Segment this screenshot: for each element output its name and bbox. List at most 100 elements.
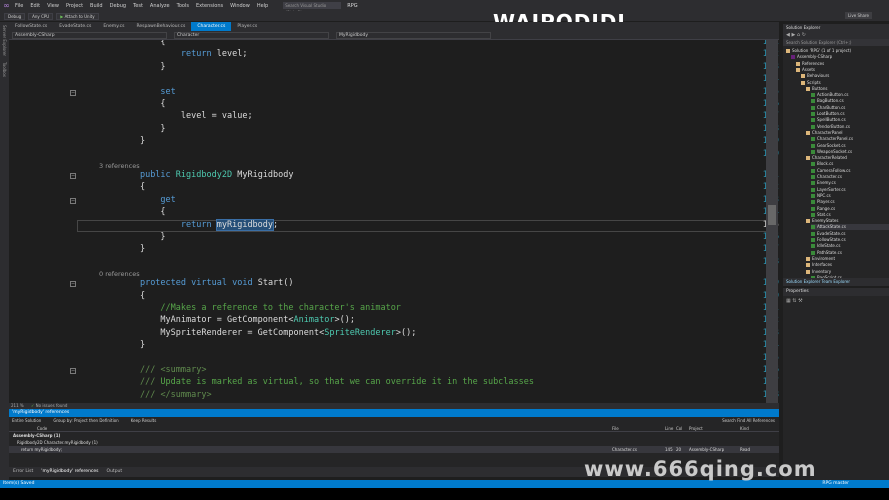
code-editor[interactable]: 131 {132 return level;133 }134135− set13… [9,40,779,403]
menu-item-extensions[interactable]: Extensions [196,3,223,9]
tree-item[interactable]: WeaponSocket.cs [811,149,889,155]
tree-item[interactable]: Assets [796,67,889,73]
menu-item-window[interactable]: Window [230,3,250,9]
tree-item[interactable]: VendorButton.cs [811,124,889,130]
menu-item-project[interactable]: Project [66,3,83,9]
tree-item[interactable]: Character.cs [811,174,889,180]
back-icon[interactable]: ◀ [786,32,790,38]
tree-item[interactable]: LayerSorter.cs [811,187,889,193]
live-share-button[interactable]: Live Share [845,12,872,19]
tree-item[interactable]: LootButton.cs [811,111,889,117]
tree-item[interactable]: CharacterPanel [806,130,889,136]
tree-item[interactable]: Inventory [806,269,889,275]
fold-toggle-icon[interactable]: − [70,368,76,374]
tree-item[interactable]: Behaviours [801,73,889,79]
nav-member-dropdown[interactable]: MyRigidbody [336,32,491,39]
tab-followstate-cs[interactable]: FollowState.cs [9,22,53,31]
tree-item[interactable]: Scripts [801,80,889,86]
menu-item-file[interactable]: File [15,3,23,9]
bottom-tab-0[interactable]: Error List [9,467,37,477]
tree-item[interactable]: CameraFollow.cs [811,168,889,174]
tree-item[interactable]: Interfaces [806,262,889,268]
col-kind[interactable]: Kind [740,425,749,432]
col-col[interactable]: Col [676,425,682,432]
scope-dropdown[interactable]: Entire Solution [12,417,41,425]
menu-item-view[interactable]: View [47,3,59,9]
tree-item[interactable]: Range.cs [811,206,889,212]
config-select[interactable]: Debug [4,12,26,20]
tree-item[interactable]: IdleState.cs [811,243,889,249]
tab-player-cs[interactable]: Player.cs [231,22,263,31]
col-code[interactable]: Code [37,425,47,432]
tree-item[interactable]: Player.cs [811,199,889,205]
tree-item[interactable]: EnemyStates [806,218,889,224]
solution-explorer-tabs[interactable]: Solution Explorer Team Explorer [783,278,889,286]
toolbox-tab[interactable]: Toolbox [2,62,7,77]
tab-enemy-cs[interactable]: Enemy.cs [97,22,130,31]
tree-item[interactable]: GearSocket.cs [811,143,889,149]
wrench-icon[interactable]: ⚒ [798,298,802,304]
table-row[interactable]: Rigidbody2D Character.myRigidbody (1) [9,439,779,446]
platform-select[interactable]: Any CPU [28,12,54,20]
tree-item[interactable]: AttackState.cs [811,224,889,231]
menu-item-build[interactable]: Build [90,3,103,9]
tree-item[interactable]: Buttons [806,86,889,92]
tree-item[interactable]: SpellButton.cs [811,117,889,123]
menu-item-analyze[interactable]: Analyze [150,3,170,9]
fold-toggle-icon[interactable]: − [70,89,76,96]
tree-item[interactable]: CharacterRelated [806,155,889,161]
menu-item-test[interactable]: Test [133,3,143,9]
tab-character-cs[interactable]: Character.cs [191,22,232,31]
alphabetical-icon[interactable]: ⇅ [792,298,796,304]
bottom-tab-2[interactable]: Output [103,467,127,477]
codelens-references[interactable]: 0 references [99,270,140,278]
col-line[interactable]: Line [665,425,673,432]
codelens-references[interactable]: 3 references [99,162,140,170]
bottom-tab-1[interactable]: 'myRigidbody' references [37,467,102,477]
tree-item[interactable]: NPC.cs [811,193,889,199]
categorized-icon[interactable]: ▦ [786,298,791,304]
attach-button[interactable]: ▶ Attach to Unity [56,12,99,20]
tree-item[interactable]: CharacterPanel.cs [811,136,889,142]
editor-scroll-thumb[interactable] [768,205,776,225]
tree-item[interactable]: Block.cs [811,161,889,167]
group-by-dropdown[interactable]: Group by: Project then Definition [53,417,118,425]
tab-respawnbehaviour-cs[interactable]: RespawnBehaviour.cs [130,22,191,31]
col-project[interactable]: Project [689,425,703,432]
tree-item[interactable]: PathState.cs [811,250,889,256]
fold-toggle-icon[interactable]: − [70,281,76,288]
menu-item-help[interactable]: Help [257,3,268,9]
nav-class-dropdown[interactable]: Character [174,32,329,39]
tree-item[interactable]: ActionButton.cs [811,92,889,98]
menu-item-edit[interactable]: Edit [30,3,40,9]
refresh-icon[interactable]: ↻ [802,32,806,38]
tree-item[interactable]: References [796,61,889,67]
fold-toggle-icon[interactable]: − [70,173,76,179]
server-explorer-tab[interactable]: Server Explorer [2,25,7,56]
solution-search-input[interactable]: Search Solution Explorer (Ctrl+;) [783,39,889,46]
nav-project-dropdown[interactable]: Assembly-CSharp [12,32,167,39]
keep-results-button[interactable]: Keep Results [131,417,157,425]
table-row[interactable]: return myRigidbody; Character.cs 145 20 Asse… [9,446,779,453]
tab-evadestate-cs[interactable]: EvadeState.cs [53,22,97,31]
references-search-input[interactable]: Search Find All References [722,417,775,425]
home-icon[interactable]: ⌂ [797,32,800,38]
col-file[interactable]: File [612,425,619,432]
tree-item[interactable]: Solution 'RPG' (1 of 1 project) [786,48,889,54]
fold-toggle-icon[interactable]: − [70,197,76,204]
search-input[interactable]: Search Visual Studio (Ctrl+Q) [283,2,342,15]
forward-icon[interactable]: ▶ [791,32,795,38]
tree-item[interactable]: Assembly-CSharp [791,54,889,60]
menu-item-debug[interactable]: Debug [110,3,126,9]
tree-item[interactable]: Enviroment [806,256,889,262]
status-right[interactable]: RPG master [822,480,849,488]
tree-item[interactable]: CharButton.cs [811,105,889,111]
zoom-level[interactable]: 211 % [11,403,24,408]
tree-item[interactable]: FollowState.cs [811,237,889,243]
tree-item[interactable]: Stat.cs [811,212,889,218]
tree-item[interactable]: EvadeState.cs [811,231,889,237]
tree-item[interactable]: Enemy.cs [811,180,889,186]
menu-item-tools[interactable]: Tools [177,3,189,9]
tree-item[interactable]: BagButton.cs [811,98,889,104]
table-row[interactable]: Assembly-CSharp (1) [9,432,779,439]
